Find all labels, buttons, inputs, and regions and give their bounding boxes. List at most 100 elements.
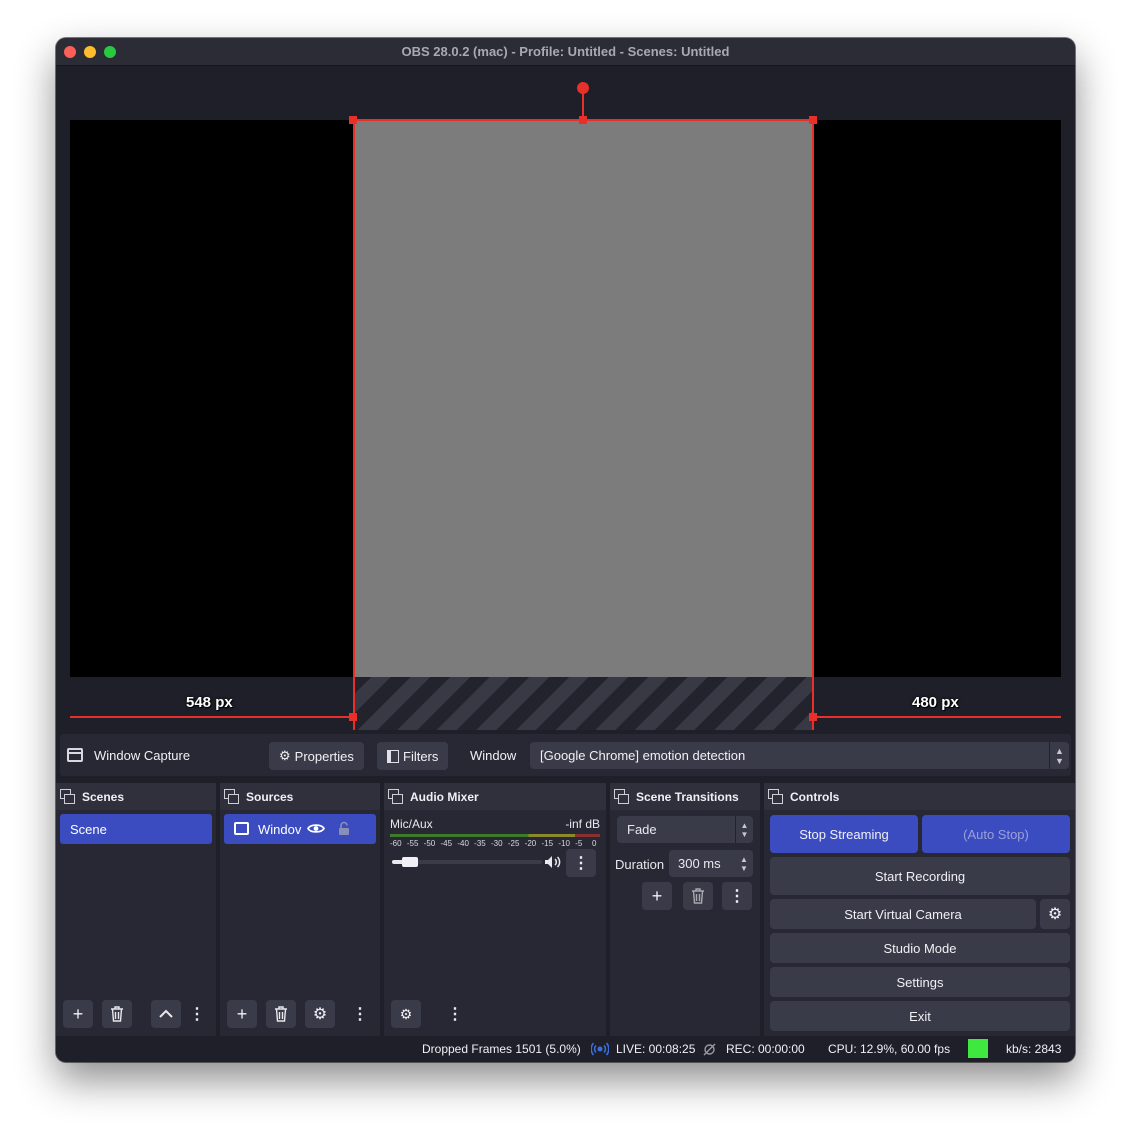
gear-icon: ⚙ [1047, 906, 1063, 923]
chevron-updown-icon[interactable]: ▲ ▼ [737, 850, 751, 877]
properties-label: Properties [294, 748, 354, 764]
broadcast-icon [591, 1042, 609, 1056]
resize-handle-top-right[interactable] [809, 116, 817, 124]
add-transition-button[interactable]: + [642, 882, 672, 910]
exit-button[interactable]: Exit [770, 1001, 1070, 1031]
controls-dock-header: Controls [764, 783, 1075, 810]
virtual-camera-settings-button[interactable]: ⚙ [1040, 899, 1070, 929]
meter-tick-label: -45 [440, 839, 453, 848]
move-scene-up-button[interactable] [151, 1000, 181, 1028]
audio-level-readout: -inf dB [565, 817, 600, 831]
duration-label: Duration [615, 857, 665, 872]
left-distance-guide [70, 716, 353, 718]
settings-button[interactable]: Settings [770, 967, 1070, 997]
eye-icon[interactable] [307, 822, 325, 835]
source-properties-button[interactable]: ⚙ [305, 1000, 335, 1028]
start-recording-button[interactable]: Start Recording [770, 857, 1070, 895]
speaker-icon[interactable] [544, 855, 562, 869]
stop-streaming-button[interactable]: Stop Streaming [770, 815, 918, 853]
remove-transition-button[interactable] [683, 882, 713, 910]
audio-channel-menu-button[interactable]: ⋮ [566, 849, 596, 877]
dock-float-icon[interactable] [768, 789, 783, 804]
controls-dock-title: Controls [790, 790, 840, 804]
kebab-icon: ⋮ [573, 855, 589, 872]
meter-tick-label: -5 [575, 839, 583, 848]
scenes-dock-title: Scenes [82, 790, 125, 804]
plus-icon: + [72, 1003, 84, 1024]
filters-button[interactable]: Filters [377, 742, 449, 770]
chevron-up-icon [159, 1009, 173, 1018]
rotation-handle[interactable] [577, 82, 589, 94]
properties-button[interactable]: ⚙ Properties [269, 742, 364, 770]
scenes-dock-header: Scenes [56, 783, 216, 810]
meter-tick-label: -10 [558, 839, 570, 848]
sources-more-button[interactable]: ⋮ [352, 1000, 368, 1028]
gear-icon: ⚙ [312, 1006, 328, 1023]
audio-mixer-dock-title: Audio Mixer [410, 790, 479, 804]
meter-tick-label: -50 [423, 839, 436, 848]
dropped-frames-status: Dropped Frames 1501 (5.0%) [422, 1042, 581, 1056]
transition-select[interactable]: Fade ▲ ▼ [617, 816, 753, 843]
plus-icon: + [236, 1003, 248, 1024]
kebab-icon: ⋮ [729, 888, 745, 905]
sources-dock: Sources Windov + ⚙ ⋮ [220, 783, 380, 1036]
chevron-updown-icon: ▲ ▼ [1049, 742, 1069, 769]
chevron-updown-icon: ▲ ▼ [735, 816, 753, 843]
bitrate-status: kb/s: 2843 [1006, 1042, 1062, 1056]
volume-slider[interactable] [392, 857, 542, 867]
filters-icon [387, 749, 399, 763]
gears-icon: ⚙ [399, 1005, 413, 1022]
add-scene-button[interactable]: + [63, 1000, 93, 1028]
lock-icon[interactable] [338, 821, 350, 836]
stream-health-indicator [968, 1039, 988, 1058]
advanced-audio-properties-button[interactable]: ⚙ [391, 1000, 421, 1028]
plus-icon: + [651, 885, 663, 906]
remove-scene-button[interactable] [102, 1000, 132, 1028]
selected-source-name: Window Capture [94, 748, 191, 763]
duration-value: 300 ms [678, 856, 721, 871]
gear-icon: ⚙ [279, 748, 291, 763]
window-label: Window [470, 748, 517, 763]
duration-stepper[interactable]: 300 ms ▲ ▼ [669, 850, 753, 877]
auto-stop-button[interactable]: (Auto Stop) [922, 815, 1070, 853]
audio-mixer-dock: Audio Mixer Mic/Aux -inf dB -60 -55 -50 -45… [384, 783, 606, 1036]
resize-handle-top[interactable] [579, 116, 587, 124]
right-distance-guide [813, 716, 1061, 718]
resize-handle-top-left[interactable] [349, 116, 357, 124]
meter-tick-label: -30 [491, 839, 503, 848]
window-select[interactable]: [Google Chrome] emotion detection ▲ ▼ [530, 742, 1069, 769]
window-select-value: [Google Chrome] emotion detection [540, 748, 746, 763]
meter-tick-label: -60 [390, 839, 402, 848]
status-bar: Dropped Frames 1501 (5.0%) LIVE: 00:08:2… [56, 1036, 1075, 1062]
studio-mode-button[interactable]: Studio Mode [770, 933, 1070, 963]
volume-slider-handle[interactable] [402, 857, 418, 867]
dock-float-icon[interactable] [388, 789, 403, 804]
dock-float-icon[interactable] [614, 789, 629, 804]
transition-properties-button[interactable]: ⋮ [722, 882, 752, 910]
obs-window: OBS 28.0.2 (mac) - Profile: Untitled - S… [56, 38, 1075, 1062]
add-source-button[interactable]: + [227, 1000, 257, 1028]
scenes-dock: Scenes Scene + ⋮ [56, 783, 216, 1036]
title-bar: OBS 28.0.2 (mac) - Profile: Untitled - S… [56, 38, 1075, 66]
scenes-more-button[interactable]: ⋮ [189, 1000, 205, 1028]
remove-source-button[interactable] [266, 1000, 296, 1028]
meter-tick-label: 0 [592, 839, 597, 848]
left-distance-label: 548 px [186, 694, 233, 711]
source-item[interactable]: Windov [224, 814, 376, 844]
meter-tick-label: -55 [406, 839, 419, 848]
scene-transitions-dock-title: Scene Transitions [636, 790, 739, 804]
dock-float-icon[interactable] [224, 789, 239, 804]
controls-dock: Controls Stop Streaming (Auto Stop) Star… [764, 783, 1075, 1036]
scene-transitions-dock-header: Scene Transitions [610, 783, 760, 810]
dock-float-icon[interactable] [60, 789, 75, 804]
filters-label: Filters [403, 748, 439, 764]
audio-mixer-more-button[interactable]: ⋮ [447, 1000, 463, 1028]
cpu-fps-status: CPU: 12.9%, 60.00 fps [828, 1042, 951, 1056]
window-capture-source[interactable] [353, 120, 813, 677]
scene-item[interactable]: Scene [60, 814, 212, 844]
recording-off-icon [703, 1043, 716, 1056]
start-virtual-camera-button[interactable]: Start Virtual Camera [770, 899, 1036, 929]
kebab-icon: ⋮ [447, 1006, 463, 1023]
preview-area[interactable]: 548 px 480 px [56, 66, 1075, 734]
sources-dock-header: Sources [220, 783, 380, 810]
